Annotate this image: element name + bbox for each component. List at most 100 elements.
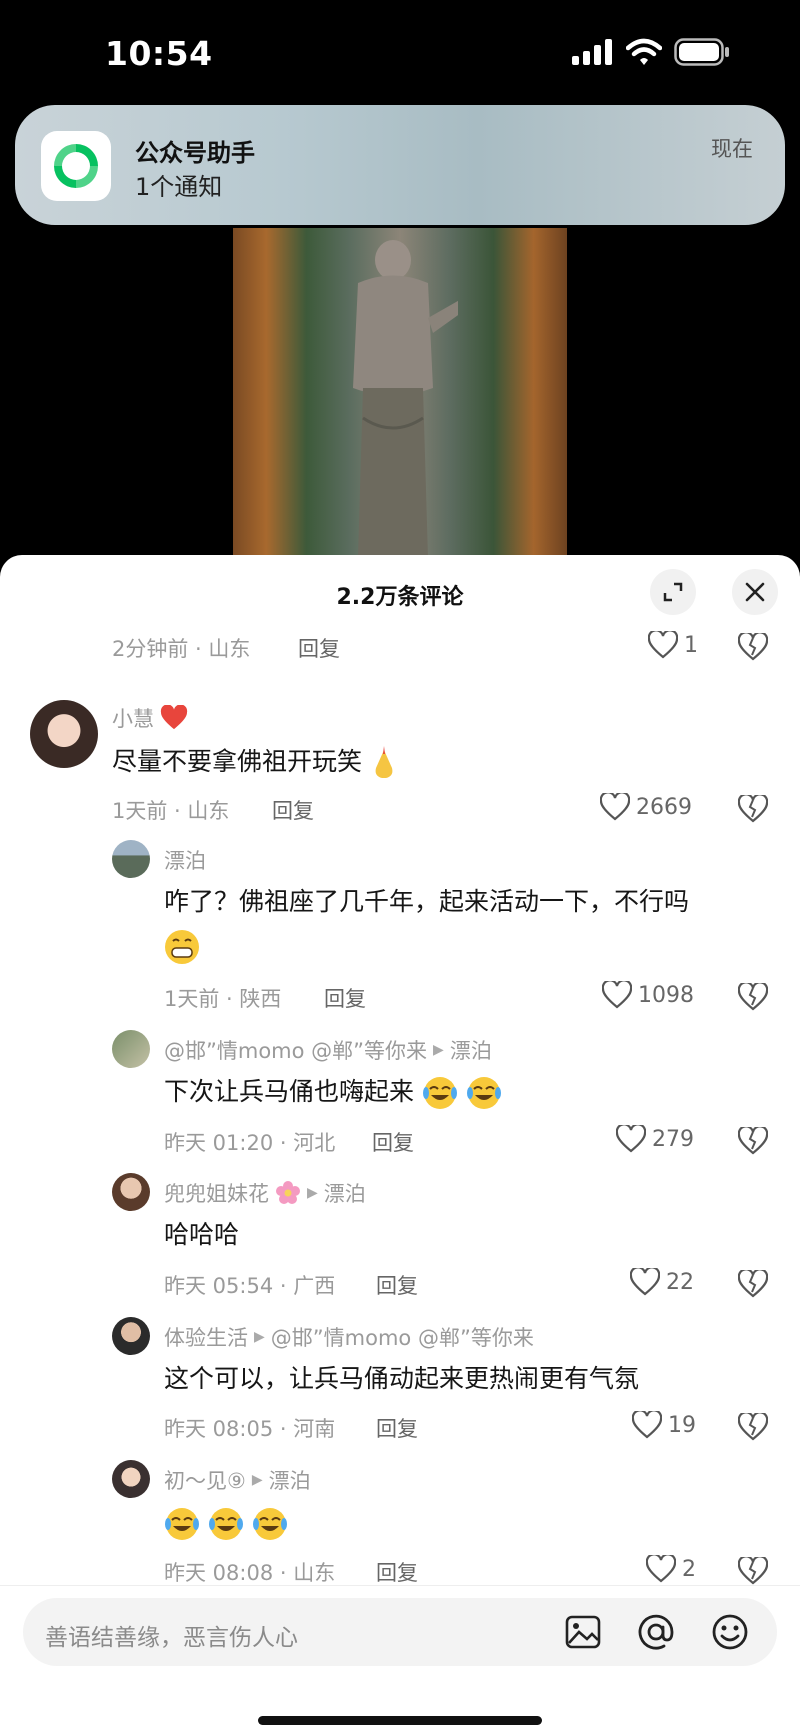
- notification-title: 公众号助手: [135, 139, 255, 167]
- comment-username[interactable]: 小慧: [112, 703, 188, 733]
- like-count: 22: [666, 1269, 694, 1295]
- comment-username[interactable]: 体验生活 ▶ @邯”情momo @郸”等你来: [164, 1322, 534, 1352]
- reply-button[interactable]: 回复: [376, 1557, 418, 1587]
- broken-heart-icon[interactable]: [738, 633, 768, 661]
- reply-button[interactable]: 回复: [372, 1127, 414, 1157]
- comment-input[interactable]: 善语结善缘，恶言伤人心: [23, 1598, 777, 1666]
- broken-heart-icon[interactable]: [738, 983, 768, 1011]
- comment-time-location: 昨天 05:54 · 广西: [164, 1274, 336, 1298]
- heart-icon: [616, 1125, 646, 1153]
- notification-text: 1个通知: [135, 173, 223, 201]
- reply-button[interactable]: 回复: [324, 983, 366, 1013]
- comment-text: [164, 1501, 288, 1545]
- signal-icon: [572, 39, 612, 65]
- laugh-cry-emoji-icon: [208, 1508, 243, 1540]
- like-button[interactable]: 279: [616, 1125, 694, 1153]
- at-icon[interactable]: [637, 1613, 675, 1651]
- avatar[interactable]: [112, 840, 150, 878]
- refresh-logo-icon: [54, 144, 98, 188]
- comment-username[interactable]: @邯”情momo @郸”等你来 ▶ 漂泊: [164, 1035, 492, 1065]
- like-count: 1098: [638, 982, 694, 1008]
- grin-emoji-icon: [165, 930, 199, 964]
- reply-arrow-icon: ▶: [433, 1042, 444, 1058]
- comment-time-location: 昨天 08:05 · 河南: [164, 1417, 336, 1441]
- comment-text: 咋了？佛祖座了几千年，起来活动一下，不行吗: [164, 880, 754, 968]
- comment-username[interactable]: 兜兜姐妹花 ▶ 漂泊: [164, 1178, 366, 1208]
- comment-text: 尽量不要拿佛祖开玩笑: [112, 740, 398, 784]
- like-button[interactable]: 1098: [602, 981, 694, 1009]
- avatar[interactable]: [30, 700, 98, 768]
- status-icons: [572, 38, 730, 66]
- home-indicator[interactable]: [258, 1716, 542, 1725]
- video-player[interactable]: [233, 228, 567, 555]
- comment-username[interactable]: 漂泊: [164, 845, 206, 875]
- like-count: 279: [652, 1126, 694, 1152]
- like-button[interactable]: 22: [630, 1268, 694, 1296]
- expand-button[interactable]: [650, 569, 696, 615]
- avatar[interactable]: [112, 1460, 150, 1498]
- like-count: 2: [682, 1556, 696, 1582]
- reply-arrow-icon: ▶: [307, 1185, 318, 1201]
- image-icon[interactable]: [565, 1615, 601, 1649]
- laugh-cry-emoji-icon: [466, 1077, 501, 1109]
- reply-button[interactable]: 回复: [376, 1413, 418, 1443]
- like-button[interactable]: 19: [632, 1411, 696, 1439]
- app-icon: [41, 131, 111, 201]
- heart-icon: [630, 1268, 660, 1296]
- comment-input-bar: 善语结善缘，恶言伤人心: [0, 1585, 800, 1734]
- heart-icon: [646, 1555, 676, 1583]
- red-heart-icon: [160, 705, 188, 730]
- comment-time-location: 2分钟前 · 山东: [112, 637, 251, 661]
- reply-button[interactable]: 回复: [376, 1270, 418, 1300]
- laugh-cry-emoji-icon: [165, 1508, 199, 1540]
- comment-text: 下次让兵马俑也嗨起来: [164, 1070, 502, 1114]
- avatar[interactable]: [112, 1030, 150, 1068]
- comment-text: 这个可以，让兵马俑动起来更热闹更有气氛: [164, 1364, 640, 1393]
- battery-icon: [674, 38, 729, 66]
- broken-heart-icon[interactable]: [738, 1270, 768, 1298]
- comment-username[interactable]: 初～见⑨ ▶ 漂泊: [164, 1465, 311, 1495]
- status-bar: 10:54: [0, 0, 800, 100]
- heart-icon: [632, 1411, 662, 1439]
- notification-time: 现在: [711, 137, 753, 161]
- emoji-icon[interactable]: [711, 1613, 749, 1651]
- laugh-cry-emoji-icon: [422, 1077, 457, 1109]
- flower-icon: [276, 1181, 300, 1204]
- heart-icon: [648, 631, 678, 659]
- broken-heart-icon[interactable]: [738, 1413, 768, 1441]
- avatar[interactable]: [112, 1173, 150, 1211]
- reply-button[interactable]: 回复: [272, 795, 314, 825]
- broken-heart-icon[interactable]: [738, 795, 768, 823]
- pray-hands-icon: [375, 746, 393, 778]
- comment-time-location: 1天前 · 陕西: [164, 987, 282, 1011]
- comment-text: 哈哈哈: [164, 1220, 240, 1249]
- statue-image: [353, 240, 458, 555]
- like-count: 1: [684, 632, 698, 658]
- like-button[interactable]: 2: [646, 1555, 696, 1583]
- heart-icon: [602, 981, 632, 1009]
- reply-arrow-icon: ▶: [251, 1472, 263, 1488]
- like-count: 19: [668, 1412, 696, 1438]
- reply-button[interactable]: 回复: [298, 633, 340, 663]
- comment-input-placeholder: 善语结善缘，恶言伤人心: [45, 1625, 298, 1651]
- like-count: 2669: [636, 794, 692, 820]
- like-button[interactable]: 2669: [600, 793, 692, 821]
- notification-banner[interactable]: 公众号助手 1个通知 现在: [15, 105, 785, 225]
- comment-time-location: 昨天 08:08 · 山东: [164, 1561, 336, 1585]
- screen: 10:54 公众号助手 1个通知 现在 2.2万条评论 2分钟前 · 山东 回复…: [0, 0, 800, 1734]
- heart-icon: [600, 793, 630, 821]
- comment-time-location: 1天前 · 山东: [112, 799, 230, 823]
- close-button[interactable]: [732, 569, 778, 615]
- avatar[interactable]: [112, 1317, 150, 1355]
- laugh-cry-emoji-icon: [252, 1508, 287, 1540]
- broken-heart-icon[interactable]: [738, 1127, 768, 1155]
- comment-time-location: 昨天 01:20 · 河北: [164, 1131, 336, 1155]
- comments-sheet: 2.2万条评论 2分钟前 · 山东 回复 1 小慧 尽量不要拿佛祖开玩笑 1天前…: [0, 555, 800, 1734]
- expand-icon: [663, 582, 683, 602]
- status-time: 10:54: [105, 34, 213, 73]
- wifi-icon: [626, 38, 662, 65]
- like-button[interactable]: 1: [648, 631, 698, 659]
- close-icon: [745, 582, 765, 602]
- broken-heart-icon[interactable]: [738, 1557, 768, 1585]
- reply-arrow-icon: ▶: [254, 1329, 265, 1345]
